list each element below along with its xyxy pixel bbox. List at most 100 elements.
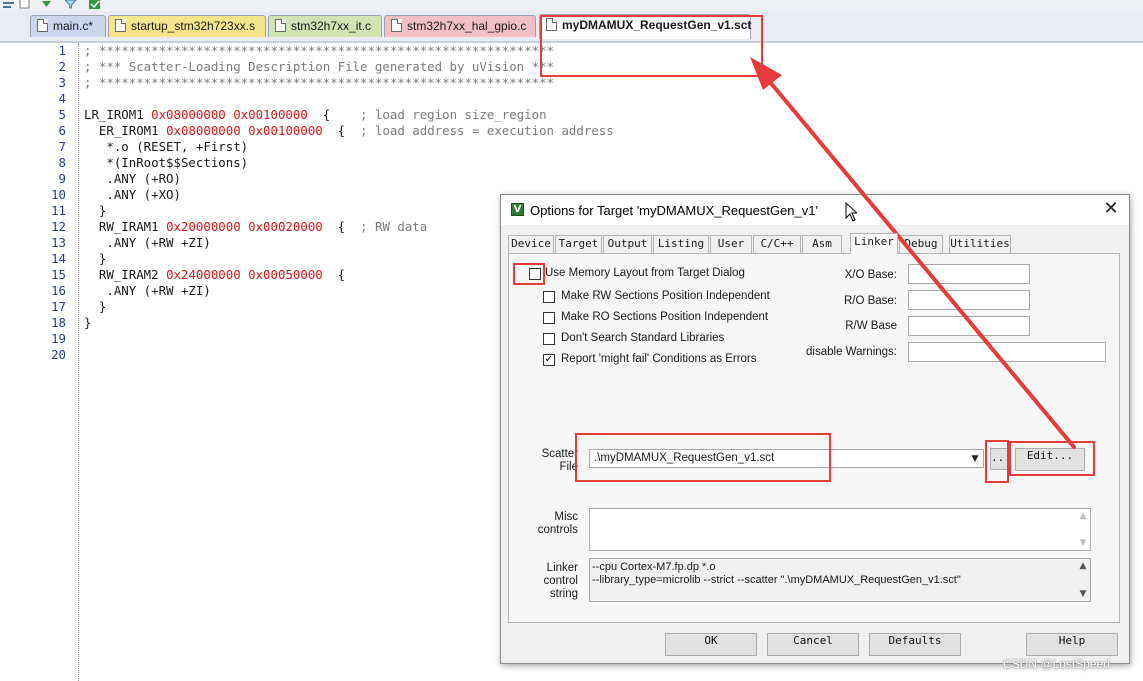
code-text: } [84, 299, 107, 314]
misc-controls-textarea[interactable]: ▲ ▼ [589, 508, 1091, 551]
scatter-file-combo[interactable]: .\myDMAMUX_RequestGen_v1.sct ▼ [589, 449, 984, 468]
ro-base-input[interactable] [908, 290, 1030, 310]
scatter-file-value: .\myDMAMUX_RequestGen_v1.sct [594, 452, 775, 464]
tab-linker[interactable]: Linker [850, 233, 898, 254]
line-number: 15 [51, 267, 66, 282]
line-number: 16 [51, 283, 66, 298]
code-line[interactable]: 2 ; *** Scatter-Loading Description File … [0, 59, 700, 75]
close-icon[interactable]: ✕ [1101, 199, 1121, 219]
ok-button[interactable]: OK [665, 633, 757, 656]
keil-app-icon: V [511, 203, 524, 216]
line-number: 9 [58, 171, 66, 186]
line-number: 14 [51, 251, 66, 266]
ro-base-label: R/O Base: [843, 295, 897, 307]
line-number: 8 [58, 155, 66, 170]
code-line[interactable]: 1 ; *************************************… [0, 43, 700, 59]
code-line[interactable]: 7 *.o (RESET, +First) [0, 139, 700, 155]
ro-position-independent-checkbox[interactable] [543, 312, 555, 324]
download-arrow-icon[interactable] [40, 0, 53, 9]
code-text: RW_IRAM2 0x24000000 0x00050000 { [84, 267, 346, 282]
tab-device[interactable]: Device [508, 235, 554, 253]
tab-it-c[interactable]: stm32h7xx_it.c [268, 15, 382, 37]
line-number: 12 [51, 219, 66, 234]
line-number: 5 [58, 107, 66, 122]
scroll-up-icon[interactable]: ▲ [1076, 511, 1090, 521]
watermark: CSDN @LostSpeed [1003, 657, 1110, 671]
line-number: 3 [58, 75, 66, 90]
code-line[interactable]: 8 *(InRoot$$Sections) [0, 155, 700, 171]
rw-position-independent-checkbox[interactable] [543, 291, 555, 303]
rw-position-independent-label: Make RW Sections Position Independent [561, 290, 770, 302]
tab-hal-gpio-c[interactable]: stm32h7xx_hal_gpio.c [384, 15, 536, 37]
code-line[interactable]: 5 LR_IROM1 0x08000000 0x00100000 { ; load… [0, 107, 700, 123]
line-number: 20 [51, 347, 66, 362]
linker-control-scrollbar[interactable]: ▲ ▼ [1076, 559, 1090, 601]
scroll-up-icon[interactable]: ▲ [1076, 561, 1090, 571]
edit-scatter-button[interactable]: Edit... [1015, 448, 1085, 471]
report-might-fail-label: Report 'might fail' Conditions as Errors [561, 353, 757, 365]
tab-listing[interactable]: Listing [653, 235, 709, 253]
tab-user[interactable]: User [710, 235, 752, 253]
tab-c-cpp[interactable]: C/C++ [753, 235, 801, 253]
xo-base-input[interactable] [908, 264, 1030, 284]
code-line[interactable]: 3 ; *************************************… [0, 75, 700, 91]
rw-base-input[interactable] [908, 316, 1030, 336]
use-memory-layout-checkbox[interactable] [529, 268, 541, 280]
linker-control-line1: --cpu Cortex-M7.fp.dp *.o [592, 561, 716, 573]
linker-control-string-label: Linker control string [519, 562, 578, 601]
filter-icon[interactable] [64, 0, 77, 9]
report-might-fail-checkbox[interactable]: ✓ [543, 354, 555, 366]
document-icon[interactable] [18, 0, 31, 9]
scroll-down-icon[interactable]: ▼ [1076, 589, 1090, 599]
code-text: ER_IROM1 0x08000000 0x00100000 { ; load … [84, 123, 614, 138]
tab-main-c[interactable]: main.c* [30, 15, 106, 37]
code-text: .ANY (+XO) [84, 187, 181, 202]
tab-utilities[interactable]: Utilities [949, 235, 1011, 253]
code-text: .ANY (+RO) [84, 171, 181, 186]
line-number: 13 [51, 235, 66, 250]
misc-label-line1: Misc [554, 511, 578, 523]
tab-output[interactable]: Output [603, 235, 652, 253]
code-line[interactable]: 4 [0, 91, 700, 107]
code-text: ; **************************************… [84, 43, 554, 58]
line-number: 10 [51, 187, 66, 202]
line-number: 11 [51, 203, 66, 218]
linker-control-string-box[interactable]: --cpu Cortex-M7.fp.dp *.o --library_type… [589, 558, 1091, 602]
dialog-title-bar[interactable]: V Options for Target 'myDMAMUX_RequestGe… [501, 195, 1129, 225]
use-memory-layout-label: Use Memory Layout from Target Dialog [545, 267, 745, 279]
defaults-button[interactable]: Defaults [869, 633, 961, 656]
tab-startup-s[interactable]: startup_stm32h723xx.s [108, 15, 266, 37]
misc-scrollbar[interactable]: ▲ ▼ [1076, 509, 1090, 550]
dont-search-libraries-checkbox[interactable] [543, 333, 555, 345]
list-icon[interactable] [2, 0, 15, 9]
scroll-down-icon[interactable]: ▼ [1076, 538, 1090, 548]
code-text: } [84, 251, 107, 266]
linker-label-line1: Linker [546, 562, 578, 574]
tab-debug[interactable]: Debug [899, 235, 943, 253]
check-toggle-icon[interactable] [88, 0, 101, 9]
options-for-target-dialog: V Options for Target 'myDMAMUX_RequestGe… [500, 194, 1130, 664]
dropdown-arrow-icon[interactable]: ▼ [967, 450, 983, 467]
mouse-cursor-icon [845, 202, 857, 222]
dont-search-libraries-label: Don't Search Standard Libraries [561, 332, 725, 344]
tab-scatter-file[interactable]: myDMAMUX_RequestGen_v1.sct [539, 14, 751, 39]
tab-asm[interactable]: Asm [802, 235, 842, 253]
scatter-file-label: Scatter File [519, 448, 578, 474]
dialog-tab-strip: Device Target Output Listing User C/C++ … [508, 233, 1122, 254]
linker-label-line3: string [549, 588, 578, 600]
rw-base-label: R/W Base [845, 320, 897, 332]
line-number: 6 [58, 123, 66, 138]
c-file-icon [37, 19, 48, 32]
help-button[interactable]: Help [1026, 633, 1118, 656]
browse-scatter-button[interactable]: ... [990, 448, 1011, 470]
scatter-label-line2: File [559, 461, 578, 473]
misc-controls-label: Misc controls [519, 511, 578, 537]
code-text: ; *** Scatter-Loading Description File g… [84, 59, 554, 74]
code-line[interactable]: 6 ER_IROM1 0x08000000 0x00100000 { ; loa… [0, 123, 700, 139]
tab-target[interactable]: Target [555, 235, 602, 253]
code-line[interactable]: 9 .ANY (+RO) [0, 171, 700, 187]
code-text: } [84, 315, 92, 330]
cancel-button[interactable]: Cancel [767, 633, 859, 656]
code-text: RW_IRAM1 0x20000000 0x00020000 { ; RW da… [84, 219, 428, 234]
disable-warnings-input[interactable] [908, 342, 1106, 362]
